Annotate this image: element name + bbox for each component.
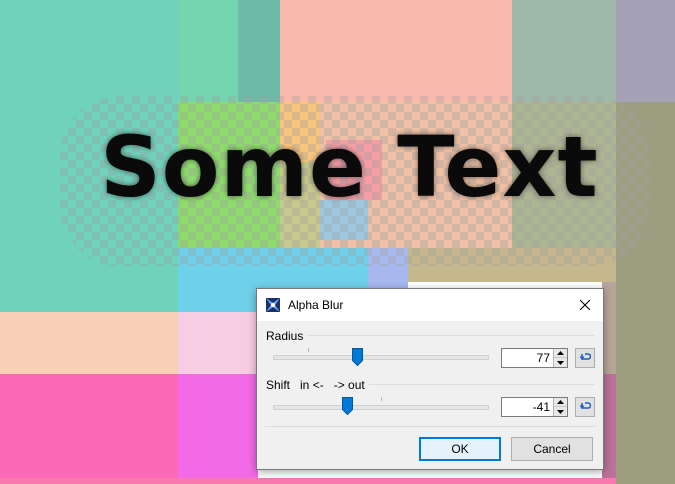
color-block-bottom-strip (0, 478, 616, 484)
color-block-pink-hot (0, 374, 178, 484)
caret-up-icon (557, 400, 564, 404)
close-button[interactable] (567, 289, 603, 321)
radius-slider-track[interactable] (273, 355, 489, 360)
radius-label: Radius (266, 329, 308, 343)
title-bar[interactable]: Alpha Blur (257, 289, 603, 321)
shift-input[interactable] (502, 398, 552, 416)
radius-slider-tick (308, 348, 309, 352)
color-block-rose (602, 374, 616, 484)
shift-slider-thumb[interactable] (342, 397, 353, 415)
shift-slider-tick (381, 397, 382, 401)
caret-down-icon (557, 360, 564, 365)
shift-label: Shift in <- -> out (266, 378, 369, 392)
radius-input[interactable] (502, 349, 552, 367)
shift-slider-track[interactable] (273, 405, 489, 410)
color-block-dusty (602, 282, 616, 374)
shift-spin-down[interactable] (553, 407, 567, 416)
radius-spinbox[interactable] (501, 348, 568, 368)
color-block-peach (280, 0, 512, 102)
reset-arrow-icon (579, 353, 591, 360)
shift-spin-up[interactable] (553, 398, 567, 407)
color-block-grey-green (512, 0, 616, 102)
color-block-lavender (616, 0, 675, 102)
shift-spinbox[interactable] (501, 397, 568, 417)
radius-slider-thumb[interactable] (352, 348, 363, 366)
radius-spin-down[interactable] (553, 358, 567, 367)
color-block-pink-light (178, 312, 258, 374)
radius-spin-up[interactable] (553, 349, 567, 358)
reset-arrow-icon (579, 402, 591, 409)
radius-group-line (266, 335, 594, 336)
color-block-teal-dark (238, 0, 280, 102)
color-block-magenta (178, 374, 258, 484)
radius-reset-button[interactable] (575, 348, 595, 368)
alpha-blur-dialog: Alpha Blur Radius Shift in <- (256, 288, 604, 470)
dialog-title: Alpha Blur (288, 298, 344, 312)
blur-icon (266, 298, 280, 312)
canvas-text: Some Text (100, 118, 599, 216)
close-icon (580, 300, 590, 310)
shift-reset-button[interactable] (575, 397, 595, 417)
caret-up-icon (557, 351, 564, 355)
color-block-light-peach (0, 312, 178, 374)
ok-button[interactable]: OK (419, 437, 501, 461)
cancel-button[interactable]: Cancel (511, 437, 593, 461)
caret-down-icon (557, 409, 564, 414)
button-separator (265, 426, 595, 427)
